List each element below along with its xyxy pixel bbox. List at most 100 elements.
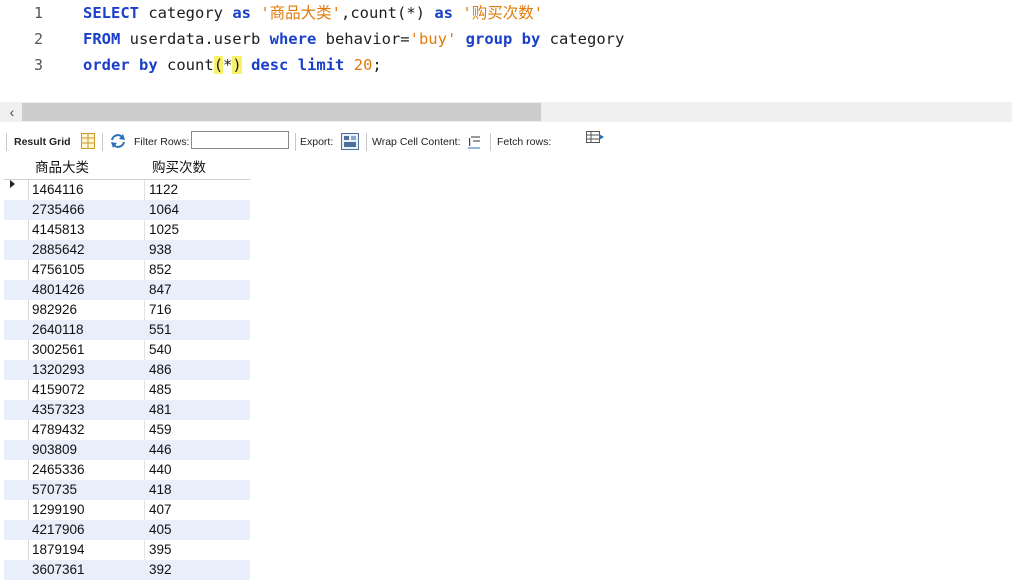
- cell-category[interactable]: 1320293: [32, 360, 85, 380]
- cell-purchase-count[interactable]: 551: [149, 320, 172, 340]
- cell-purchase-count[interactable]: 407: [149, 500, 172, 520]
- table-row[interactable]: 1879194 395: [4, 540, 250, 560]
- sql-code: SELECT category as '商品大类',count(*) as '购…: [83, 0, 543, 26]
- editor-horizontal-scrollbar[interactable]: ‹: [0, 102, 1012, 122]
- sql-token: behavior=: [316, 30, 410, 48]
- cell-purchase-count[interactable]: 486: [149, 360, 172, 380]
- cell-purchase-count[interactable]: 847: [149, 280, 172, 300]
- grid-layout-icon[interactable]: [81, 133, 95, 152]
- cell-category[interactable]: 4217906: [32, 520, 85, 540]
- sql-token: '商品大类': [260, 4, 342, 22]
- cell-purchase-count[interactable]: 440: [149, 460, 172, 480]
- cell-category[interactable]: 4145813: [32, 220, 85, 240]
- filter-rows-label: Filter Rows:: [134, 136, 190, 148]
- table-row[interactable]: 3002561 540: [4, 340, 250, 360]
- cell-purchase-count[interactable]: 405: [149, 520, 172, 540]
- sql-token: as: [232, 4, 251, 22]
- cell-purchase-count[interactable]: 1122: [149, 180, 178, 200]
- cell-purchase-count[interactable]: 392: [149, 560, 172, 580]
- sql-token: by: [521, 30, 541, 48]
- sql-token: limit: [297, 56, 345, 74]
- cell-purchase-count[interactable]: 938: [149, 240, 172, 260]
- sql-code: FROM userdata.userb where behavior='buy'…: [83, 26, 624, 52]
- cell-purchase-count[interactable]: 395: [149, 540, 172, 560]
- cell-purchase-count[interactable]: 852: [149, 260, 172, 280]
- column-header-category[interactable]: 商品大类: [35, 157, 89, 179]
- cell-category[interactable]: 982926: [32, 300, 77, 320]
- table-row[interactable]: 2465336 440: [4, 460, 250, 480]
- table-row[interactable]: 570735 418: [4, 480, 250, 500]
- sql-token: ;: [372, 56, 382, 74]
- cell-category[interactable]: 903809: [32, 440, 77, 460]
- toolbar-divider: [490, 133, 491, 151]
- cell-category[interactable]: 2885642: [32, 240, 85, 260]
- table-row[interactable]: 3607361 392: [4, 560, 250, 580]
- cell-category[interactable]: 4756105: [32, 260, 85, 280]
- cell-purchase-count[interactable]: 481: [149, 400, 172, 420]
- cell-category[interactable]: 4789432: [32, 420, 85, 440]
- wrap-text-icon[interactable]: I: [467, 135, 481, 152]
- sql-token: (: [213, 56, 224, 74]
- cell-purchase-count[interactable]: 1064: [149, 200, 179, 220]
- table-row[interactable]: 4801426 847: [4, 280, 250, 300]
- sql-token: *: [223, 56, 233, 74]
- cell-category[interactable]: 4357323: [32, 400, 85, 420]
- fetch-rows-icon[interactable]: [586, 131, 604, 148]
- cell-category[interactable]: 3002561: [32, 340, 85, 360]
- cell-purchase-count[interactable]: 540: [149, 340, 172, 360]
- result-grid-tab[interactable]: Result Grid: [14, 129, 71, 155]
- table-row[interactable]: 903809 446: [4, 440, 250, 460]
- table-row[interactable]: 2640118 551: [4, 320, 250, 340]
- cell-purchase-count[interactable]: 446: [149, 440, 172, 460]
- cell-category[interactable]: 2735466: [32, 200, 85, 220]
- table-row[interactable]: 1299190 407: [4, 500, 250, 520]
- cell-purchase-count[interactable]: 716: [149, 300, 172, 320]
- table-row[interactable]: 4159072 485: [4, 380, 250, 400]
- cell-category[interactable]: 2640118: [32, 320, 84, 340]
- cell-purchase-count[interactable]: 485: [149, 380, 172, 400]
- cell-purchase-count[interactable]: 418: [149, 480, 172, 500]
- sql-token: where: [269, 30, 317, 48]
- sql-token: desc: [251, 56, 289, 74]
- table-row[interactable]: 2885642 938: [4, 240, 250, 260]
- cell-category[interactable]: 1879194: [32, 540, 85, 560]
- cell-purchase-count[interactable]: 459: [149, 420, 172, 440]
- refresh-icon[interactable]: [109, 133, 127, 152]
- table-row[interactable]: 4217906 405: [4, 520, 250, 540]
- cell-category[interactable]: 570735: [32, 480, 77, 500]
- cell-category[interactable]: 1464116: [32, 180, 84, 200]
- cell-category[interactable]: 2465336: [32, 460, 85, 480]
- wrap-cell-content-label: Wrap Cell Content:: [372, 136, 461, 148]
- table-row[interactable]: 982926 716: [4, 300, 250, 320]
- table-row[interactable]: 4789432 459: [4, 420, 250, 440]
- line-number: 2: [34, 30, 44, 48]
- grid-header-row: 商品大类 购买次数: [4, 157, 250, 180]
- export-label: Export:: [300, 136, 334, 148]
- column-header-purchase-count[interactable]: 购买次数: [152, 157, 206, 179]
- cell-purchase-count[interactable]: 1025: [149, 220, 179, 240]
- cell-category[interactable]: 1299190: [32, 500, 85, 520]
- table-row[interactable]: 2735466 1064: [4, 200, 250, 220]
- sql-token: SELECT: [83, 4, 139, 22]
- scrollbar-thumb[interactable]: [22, 103, 541, 121]
- sql-code: order by count(*) desc limit 20;: [83, 52, 382, 78]
- cell-category[interactable]: 4801426: [32, 280, 85, 300]
- scroll-left-icon[interactable]: ‹: [4, 103, 20, 121]
- sql-token: category: [540, 30, 625, 48]
- cell-category[interactable]: 4159072: [32, 380, 85, 400]
- toolbar-divider: [366, 133, 367, 151]
- svg-text:I: I: [468, 136, 471, 149]
- table-row[interactable]: 4357323 481: [4, 400, 250, 420]
- table-row[interactable]: 4756105 852: [4, 260, 250, 280]
- sql-editor[interactable]: 1 SELECT category as '商品大类',count(*) as '…: [0, 0, 1012, 100]
- filter-rows-input[interactable]: [191, 131, 289, 149]
- result-grid[interactable]: 商品大类 购买次数 1464116 1122 2735466 1064 4145813 1…: [4, 157, 250, 580]
- table-row[interactable]: 4145813 1025: [4, 220, 250, 240]
- table-row[interactable]: 1320293 486: [4, 360, 250, 380]
- result-toolbar: Result Grid Filter Rows: Export: Wrap Ce…: [0, 129, 1012, 155]
- export-icon[interactable]: [341, 133, 359, 153]
- cell-category[interactable]: 3607361: [32, 560, 85, 580]
- table-row[interactable]: 1464116 1122: [4, 180, 250, 200]
